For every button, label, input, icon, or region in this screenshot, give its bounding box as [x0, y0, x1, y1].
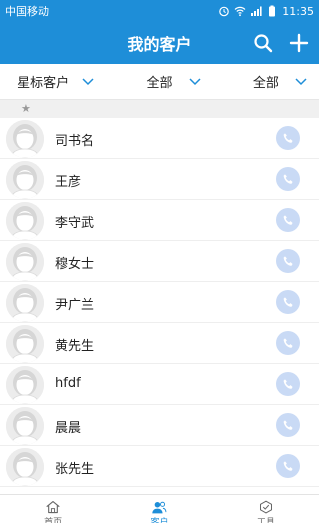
avatar [6, 120, 44, 158]
contact-name: 李守武 [55, 216, 95, 231]
call-button[interactable] [276, 454, 300, 478]
wifi-icon [234, 6, 246, 17]
title-bar: 我的客户 [0, 22, 319, 64]
tab-label: 工具 [257, 515, 275, 523]
tools-icon [259, 500, 272, 514]
phone-icon [282, 337, 295, 350]
call-button[interactable] [276, 413, 300, 437]
contact-name: 尹广兰 [55, 298, 95, 313]
clock-time: 11:35 [282, 4, 314, 18]
add-icon[interactable] [289, 33, 309, 53]
filter-category-dropdown[interactable]: 全部 [106, 64, 212, 99]
filter-label: 全部 [252, 76, 279, 91]
call-button[interactable] [276, 249, 300, 273]
chevron-down-icon [295, 78, 307, 86]
contact-row[interactable]: 穆女士 [0, 241, 319, 282]
avatar [6, 407, 44, 445]
avatar [6, 325, 44, 363]
home-icon [46, 501, 60, 514]
contact-name: 张先生 [55, 462, 95, 477]
avatar [6, 243, 44, 281]
carrier-name: 中国移动 [5, 5, 49, 18]
search-icon[interactable] [253, 33, 273, 53]
chevron-down-icon [189, 78, 201, 86]
filter-bar: 星标客户 全部 全部 [0, 64, 319, 100]
avatar [6, 161, 44, 199]
avatar [6, 284, 44, 322]
contact-name: 司书名 [55, 134, 95, 149]
contact-name: hfdf [55, 376, 81, 391]
contact-row[interactable]: 司书名 [0, 118, 319, 159]
status-icons: 11:35 [218, 5, 314, 18]
alarm-icon [219, 6, 230, 17]
call-button[interactable] [276, 331, 300, 355]
filter-label: 星标客户 [17, 76, 70, 91]
call-button[interactable] [276, 167, 300, 191]
contact-name: 王彦 [55, 175, 82, 190]
contact-row[interactable]: 尹广兰 [0, 282, 319, 323]
contact-row[interactable]: 张先生 [0, 446, 319, 487]
filter-starred-dropdown[interactable]: 星标客户 [0, 64, 106, 99]
call-button[interactable] [276, 208, 300, 232]
status-bar: 中国移动 11:35 [0, 0, 319, 22]
phone-icon [282, 132, 295, 145]
contact-row[interactable]: 黄先生 [0, 323, 319, 364]
tab-label: 首页 [44, 515, 62, 523]
avatar [6, 448, 44, 486]
signal-icon [251, 6, 262, 16]
avatar [6, 366, 44, 404]
customers-icon [152, 501, 167, 514]
contact-list: 司书名王彦李守武穆女士尹广兰黄先生 hfdf 晨晨张先生 [0, 118, 319, 487]
contact-row[interactable]: 王彦 [0, 159, 319, 200]
call-button[interactable] [276, 290, 300, 314]
contact-row[interactable]: 李守武 [0, 200, 319, 241]
page-title: 我的客户 [127, 35, 192, 54]
bottom-tab-bar: 首页 客户 工具 [0, 494, 319, 523]
call-button[interactable] [276, 126, 300, 150]
phone-icon [282, 460, 295, 473]
phone-icon [282, 419, 295, 432]
section-header: ★ [0, 100, 319, 118]
contact-name: 黄先生 [55, 339, 95, 354]
contact-row[interactable]: hfdf [0, 364, 319, 405]
phone-icon [282, 378, 295, 391]
avatar [6, 202, 44, 240]
battery-icon [269, 5, 276, 17]
tab-label: 客户 [150, 515, 168, 523]
contact-row[interactable]: 晨晨 [0, 405, 319, 446]
call-button[interactable] [276, 372, 300, 396]
phone-icon [282, 173, 295, 186]
tab-tools[interactable]: 工具 [213, 495, 319, 523]
phone-icon [282, 255, 295, 268]
contact-name: 晨晨 [55, 421, 82, 436]
filter-label: 全部 [146, 76, 173, 91]
phone-icon [282, 214, 295, 227]
filter-status-dropdown[interactable]: 全部 [213, 64, 319, 99]
contact-name: 穆女士 [55, 257, 95, 272]
phone-icon [282, 296, 295, 309]
tab-home[interactable]: 首页 [0, 495, 106, 523]
tab-customers[interactable]: 客户 [106, 495, 212, 523]
chevron-down-icon [82, 78, 94, 86]
